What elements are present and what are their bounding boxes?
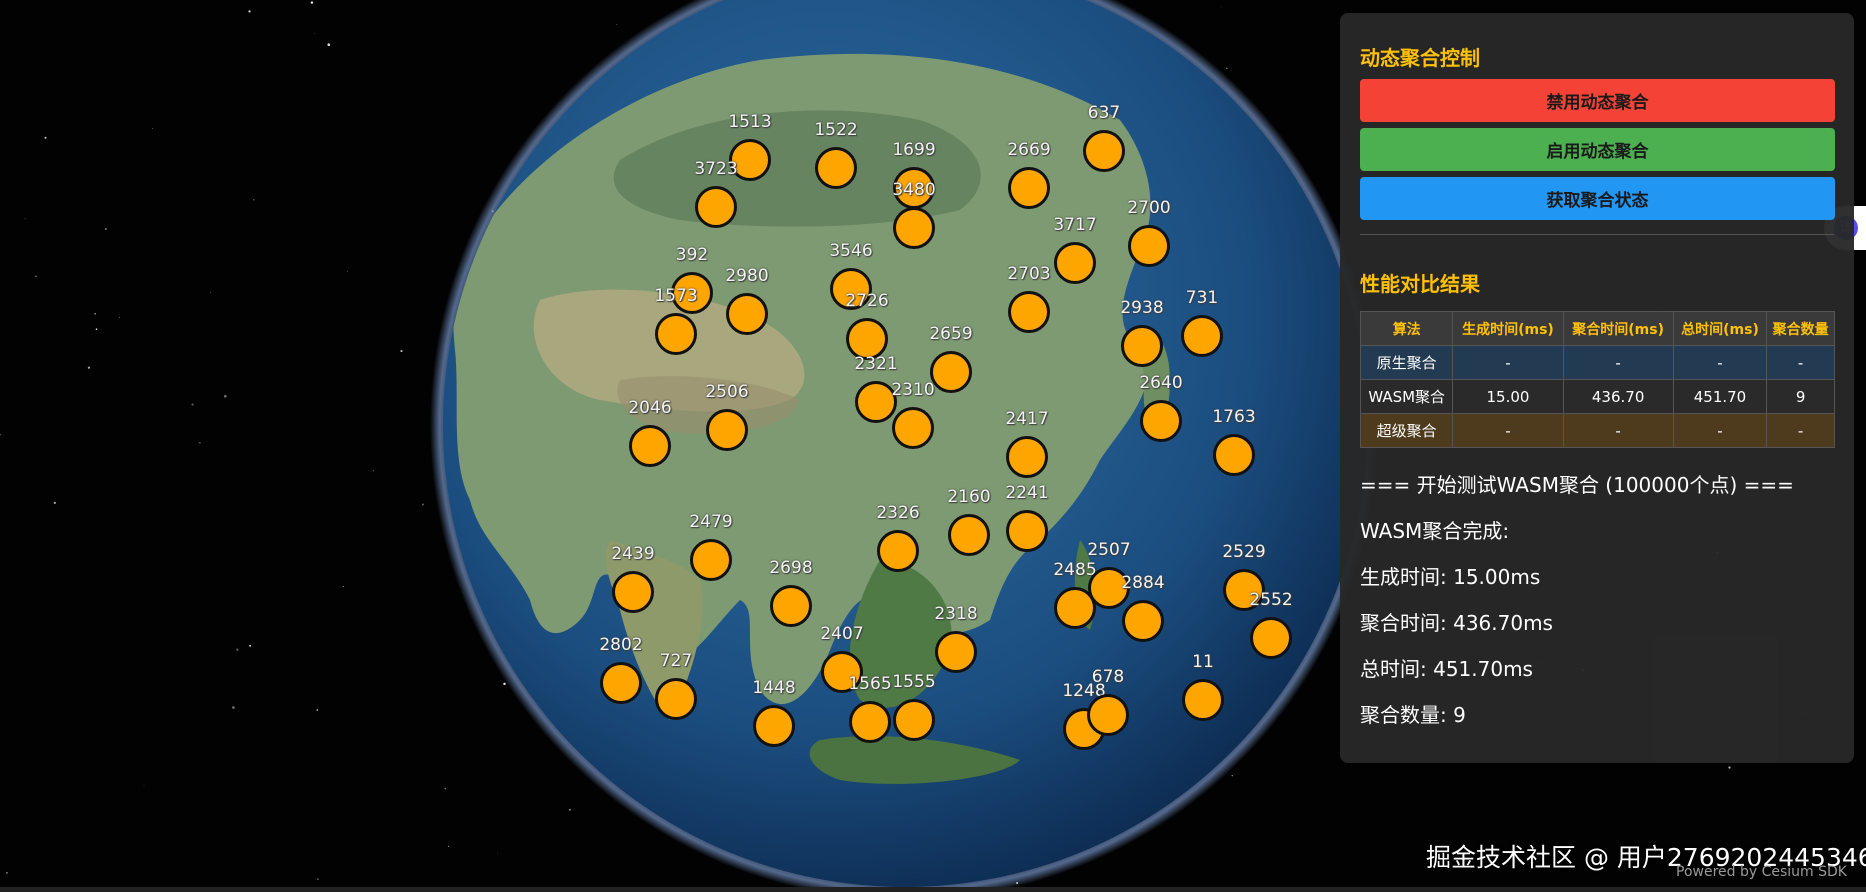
- cluster-marker[interactable]: 2507: [1087, 540, 1131, 609]
- cluster-marker[interactable]: 392: [671, 245, 713, 314]
- cluster-marker[interactable]: 1448: [752, 678, 796, 747]
- table-header-row: 算法 生成时间(ms) 聚合时间(ms) 总时间(ms) 聚合数量: [1359, 311, 1835, 346]
- table-cell: -: [1562, 345, 1674, 380]
- log-line: 生成时间: 15.00ms: [1360, 565, 1541, 589]
- results-title: 性能对比结果: [1360, 274, 1480, 296]
- cluster-marker[interactable]: 1699: [892, 140, 936, 209]
- log-line: WASM聚合完成:: [1360, 519, 1510, 543]
- cluster-marker[interactable]: 2407: [820, 624, 864, 693]
- log-line: 总时间: 451.70ms: [1360, 657, 1533, 681]
- log-line: 聚合数量: 9: [1360, 703, 1466, 727]
- log-line: === 开始测试WASM聚合 (100000个点) ===: [1360, 473, 1794, 497]
- cluster-marker[interactable]: 2884: [1121, 573, 1165, 642]
- cluster-marker[interactable]: 2417: [1005, 409, 1049, 478]
- cluster-marker[interactable]: 2659: [929, 324, 973, 393]
- table-row: WASM聚合 15.00 436.70 451.70 9: [1359, 379, 1835, 414]
- table-cell: -: [1452, 345, 1564, 380]
- cluster-marker[interactable]: 11: [1182, 652, 1224, 721]
- cluster-marker[interactable]: 2726: [845, 291, 889, 360]
- log-line: 聚合时间: 436.70ms: [1360, 611, 1553, 635]
- cluster-marker[interactable]: 2326: [876, 503, 920, 572]
- cluster-marker[interactable]: 2318: [934, 604, 978, 673]
- cluster-marker[interactable]: 678: [1087, 667, 1129, 736]
- table-row: 原生聚合 - - - -: [1359, 345, 1835, 380]
- cluster-marker[interactable]: 1565: [848, 674, 892, 743]
- divider: [1360, 234, 1834, 235]
- cluster-marker[interactable]: 1763: [1212, 407, 1256, 476]
- cluster-marker[interactable]: 1555: [892, 672, 936, 741]
- cluster-marker[interactable]: 2479: [689, 512, 733, 581]
- cluster-marker[interactable]: 2802: [599, 635, 643, 704]
- cluster-marker[interactable]: 727: [655, 651, 697, 720]
- disable-clustering-button[interactable]: 禁用动态聚合: [1360, 79, 1835, 122]
- cluster-marker[interactable]: 1513: [728, 112, 772, 181]
- cluster-marker[interactable]: 1522: [814, 120, 858, 189]
- table-cell: 超级聚合: [1359, 413, 1454, 448]
- cluster-marker[interactable]: 2703: [1007, 264, 1051, 333]
- cluster-marker[interactable]: 637: [1083, 103, 1125, 172]
- cluster-marker[interactable]: 2241: [1005, 483, 1049, 552]
- table-cell: 原生聚合: [1359, 345, 1454, 380]
- header-cluster-time: 聚合时间(ms): [1562, 311, 1674, 346]
- table-cell: 451.70: [1672, 379, 1768, 414]
- results-table: 算法 生成时间(ms) 聚合时间(ms) 总时间(ms) 聚合数量 原生聚合 -…: [1359, 311, 1835, 448]
- cluster-marker[interactable]: 2669: [1007, 140, 1051, 209]
- table-cell: WASM聚合: [1359, 379, 1454, 414]
- cesium-credit[interactable]: Powered by Cesium SDK: [1676, 864, 1847, 880]
- cluster-marker[interactable]: 2552: [1249, 590, 1293, 659]
- get-status-button[interactable]: 获取聚合状态: [1360, 177, 1835, 220]
- header-generate-time: 生成时间(ms): [1452, 311, 1564, 346]
- table-cell: 15.00: [1452, 379, 1564, 414]
- header-total-time: 总时间(ms): [1672, 311, 1768, 346]
- table-cell: -: [1672, 413, 1768, 448]
- enable-clustering-button[interactable]: 启用动态聚合: [1360, 128, 1835, 171]
- cluster-marker[interactable]: 2938: [1120, 298, 1164, 367]
- table-cell: -: [1766, 413, 1835, 448]
- header-algorithm: 算法: [1359, 311, 1454, 346]
- table-cell: -: [1562, 413, 1674, 448]
- cluster-marker[interactable]: 2700: [1127, 198, 1171, 267]
- cesium-viewer[interactable]: 1513 1522 1699 637 3723 3480 2669 392 1573 2980 35…: [0, 0, 1866, 892]
- cluster-marker[interactable]: 3717: [1053, 215, 1097, 284]
- cluster-marker[interactable]: 3723: [694, 159, 738, 228]
- header-cluster-count: 聚合数量: [1766, 311, 1835, 346]
- cluster-marker[interactable]: 1573: [654, 286, 698, 355]
- cluster-marker[interactable]: 731: [1181, 288, 1223, 357]
- table-cell: -: [1452, 413, 1564, 448]
- cluster-marker[interactable]: 2640: [1139, 373, 1183, 442]
- cluster-marker[interactable]: 2321: [854, 354, 898, 423]
- bottom-bar: [0, 887, 1866, 892]
- cluster-marker[interactable]: 2506: [705, 382, 749, 451]
- table-row: 超级聚合 - - - -: [1359, 413, 1835, 448]
- cluster-marker[interactable]: 2980: [725, 266, 769, 335]
- cluster-marker[interactable]: 2529: [1222, 542, 1266, 611]
- table-cell: -: [1766, 345, 1835, 380]
- cluster-marker[interactable]: 3546: [829, 241, 873, 310]
- cluster-marker[interactable]: 2046: [628, 398, 672, 467]
- table-cell: 436.70: [1562, 379, 1674, 414]
- table-cell: -: [1672, 345, 1768, 380]
- cluster-marker[interactable]: 2439: [611, 544, 655, 613]
- cluster-marker[interactable]: 3480: [892, 180, 936, 249]
- cluster-marker[interactable]: 2698: [769, 558, 813, 627]
- control-panel: 动态聚合控制 禁用动态聚合 启用动态聚合 获取聚合状态 性能对比结果 算法 生成…: [1340, 13, 1854, 763]
- cluster-marker[interactable]: 2310: [891, 380, 935, 449]
- table-cell: 9: [1766, 379, 1835, 414]
- panel-title: 动态聚合控制: [1360, 48, 1480, 70]
- cluster-marker[interactable]: 2160: [947, 487, 991, 556]
- result-log: === 开始测试WASM聚合 (100000个点) === WASM聚合完成: …: [1360, 462, 1834, 738]
